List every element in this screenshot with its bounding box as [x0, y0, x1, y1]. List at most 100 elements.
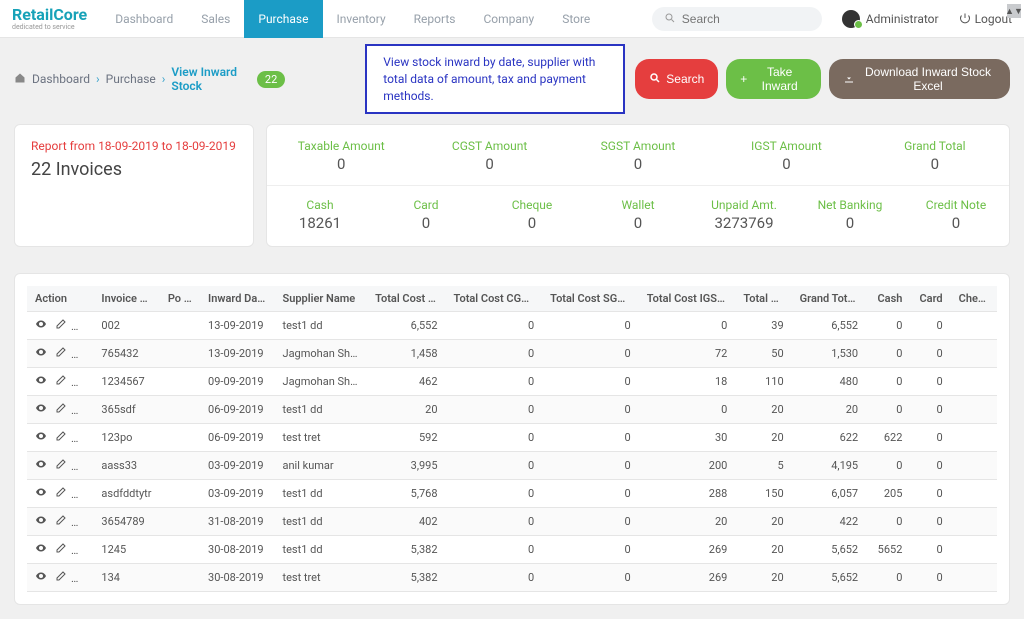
- nav-tab-dashboard[interactable]: Dashboard: [101, 0, 187, 38]
- edit-icon[interactable]: [55, 320, 71, 333]
- table-row: aass3303-09-2019anil kumar3,9950020054,1…: [27, 452, 997, 480]
- col-header[interactable]: Total Cost CGST ₹: [446, 286, 543, 312]
- col-header[interactable]: Action: [27, 286, 93, 312]
- stat-label: Cash: [267, 198, 373, 212]
- top-nav-bar: RetailCore dedicated to service Dashboar…: [0, 0, 1024, 38]
- cell-date: 03-09-2019: [200, 452, 274, 480]
- table-row: 365sdf06-09-2019test1 dd20000202000: [27, 396, 997, 424]
- cell-igst: 72: [639, 340, 736, 368]
- cell-date: 30-08-2019: [200, 536, 274, 564]
- cell-cheque: [951, 368, 997, 396]
- col-header[interactable]: Supplier Name: [275, 286, 368, 312]
- col-header[interactable]: Total Cost Rate: [367, 286, 445, 312]
- cell-grandtotal: 480: [792, 368, 866, 396]
- edit-icon[interactable]: [55, 460, 71, 473]
- cell-grandtotal: 1,530: [792, 340, 866, 368]
- cell-invoice: 134: [93, 564, 159, 592]
- eye-icon[interactable]: [35, 460, 51, 473]
- cell-cheque: [951, 564, 997, 592]
- edit-icon[interactable]: [55, 572, 71, 585]
- edit-icon[interactable]: [55, 432, 71, 445]
- plus-icon: +: [740, 72, 747, 86]
- download-excel-button[interactable]: Download Inward Stock Excel: [829, 59, 1010, 99]
- eye-icon[interactable]: [35, 376, 51, 389]
- col-header[interactable]: Total Cost IGST ₹: [639, 286, 736, 312]
- cell-cgst: 0: [446, 452, 543, 480]
- edit-icon[interactable]: [55, 488, 71, 501]
- col-header[interactable]: Total Qty: [735, 286, 791, 312]
- eye-icon[interactable]: [35, 516, 51, 529]
- cell-qty: 110: [735, 368, 791, 396]
- cell-card: 0: [910, 424, 950, 452]
- table-row: asdfddtytr03-09-2019test1 dd5,7680028815…: [27, 480, 997, 508]
- table-row: 00213-09-2019test1 dd6,552000396,55200: [27, 312, 997, 340]
- eye-icon[interactable]: [35, 488, 51, 501]
- cell-qty: 50: [735, 340, 791, 368]
- cell-grandtotal: 622: [792, 424, 866, 452]
- cell-grandtotal: 20: [792, 396, 866, 424]
- cell-invoice: 002: [93, 312, 159, 340]
- cell-rate: 402: [367, 508, 445, 536]
- eye-icon[interactable]: [35, 544, 51, 557]
- nav-tab-company[interactable]: Company: [469, 0, 548, 38]
- col-header[interactable]: Grand Total ₹: [792, 286, 866, 312]
- eye-icon[interactable]: [35, 404, 51, 417]
- edit-icon[interactable]: [55, 348, 71, 361]
- nav-tab-store[interactable]: Store: [548, 0, 604, 38]
- edit-icon[interactable]: [55, 404, 71, 417]
- cell-cgst: 0: [446, 536, 543, 564]
- eye-icon[interactable]: [35, 572, 51, 585]
- stat-value: 0: [373, 214, 479, 232]
- nav-tab-purchase[interactable]: Purchase: [244, 0, 322, 38]
- edit-icon[interactable]: [55, 544, 71, 557]
- search-button-label: Search: [666, 72, 704, 86]
- nav-tab-reports[interactable]: Reports: [400, 0, 470, 38]
- cell-sgst: 0: [542, 312, 639, 340]
- edit-icon[interactable]: [55, 516, 71, 529]
- nav-tab-sales[interactable]: Sales: [187, 0, 244, 38]
- cell-date: 06-09-2019: [200, 424, 274, 452]
- global-search[interactable]: [652, 7, 822, 31]
- col-header[interactable]: Total Cost SGST ₹: [542, 286, 639, 312]
- cell-cash: 0: [866, 368, 910, 396]
- col-header[interactable]: Invoice No.: [93, 286, 159, 312]
- edit-icon[interactable]: [55, 376, 71, 389]
- cell-rate: 5,382: [367, 536, 445, 564]
- totals-card: Taxable Amount0CGST Amount0SGST Amount0I…: [266, 124, 1010, 247]
- nav-tab-inventory[interactable]: Inventory: [323, 0, 400, 38]
- col-header[interactable]: Cheque: [951, 286, 997, 312]
- cell-rate: 5,768: [367, 480, 445, 508]
- col-header[interactable]: Card: [910, 286, 950, 312]
- eye-icon[interactable]: [35, 320, 51, 333]
- summary-section: Report from 18-09-2019 to 18-09-2019 22 …: [0, 124, 1024, 259]
- amount-stat: IGST Amount0: [712, 135, 860, 177]
- cell-rate: 5,382: [367, 564, 445, 592]
- stat-value: 0: [797, 214, 903, 232]
- col-header[interactable]: Cash: [866, 286, 910, 312]
- cell-po: [160, 564, 200, 592]
- cell-card: 0: [910, 508, 950, 536]
- crumb-purchase[interactable]: Purchase: [106, 72, 156, 86]
- cell-qty: 150: [735, 480, 791, 508]
- take-inward-button[interactable]: + Take Inward: [726, 59, 821, 99]
- chevron-right-icon: ›: [96, 72, 100, 86]
- crumb-dashboard[interactable]: Dashboard: [32, 72, 90, 86]
- cell-po: [160, 452, 200, 480]
- search-button[interactable]: Search: [635, 59, 718, 99]
- cell-supplier: test1 dd: [275, 508, 368, 536]
- eye-icon[interactable]: [35, 348, 51, 361]
- search-input[interactable]: [682, 12, 810, 26]
- col-header[interactable]: Inward Date: [200, 286, 274, 312]
- cell-date: 13-09-2019: [200, 312, 274, 340]
- logout-button[interactable]: Logout: [959, 12, 1012, 26]
- cell-invoice: aass33: [93, 452, 159, 480]
- breadcrumb: Dashboard › Purchase › View Inward Stock…: [14, 65, 285, 93]
- col-header[interactable]: Po No.: [160, 286, 200, 312]
- stat-value: 0: [564, 155, 712, 173]
- eye-icon[interactable]: [35, 432, 51, 445]
- user-menu[interactable]: Administrator: [842, 10, 939, 28]
- cell-supplier: test1 dd: [275, 480, 368, 508]
- cell-igst: 0: [639, 396, 736, 424]
- cell-cheque: [951, 480, 997, 508]
- payment-stat: Net Banking0: [797, 194, 903, 236]
